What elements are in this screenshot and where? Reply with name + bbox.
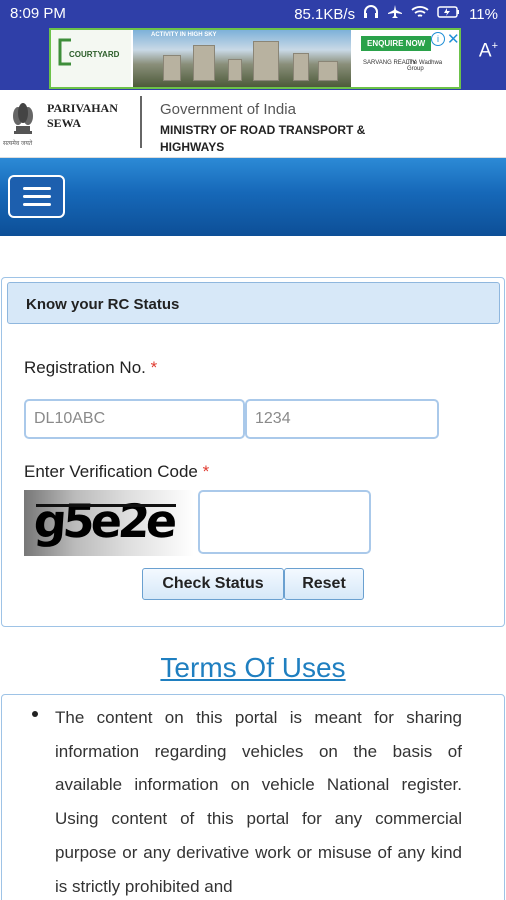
ad-brand: COURTYARD: [69, 50, 120, 59]
hamburger-menu-button[interactable]: [8, 175, 65, 218]
verification-label: Enter Verification Code *: [24, 462, 209, 482]
required-marker: *: [202, 462, 210, 481]
captcha-image: g5e2e: [24, 490, 194, 556]
logo-line-1: PARIVAHAN: [47, 101, 118, 115]
ad-partner-2: The Wadhwa Group: [407, 60, 443, 72]
menu-line-icon: [23, 195, 51, 198]
parivahan-logo-text[interactable]: PARIVAHAN SEWA: [47, 101, 118, 131]
emblem-caption: सत्यमेव जयते: [3, 141, 33, 147]
headphones-icon: [363, 5, 379, 23]
national-emblem-icon: [7, 100, 39, 138]
rc-status-heading: Know your RC Status: [26, 296, 180, 313]
required-marker: *: [150, 358, 158, 377]
font-size-label: A: [478, 40, 492, 62]
ministry-title: MINISTRY OF ROAD TRANSPORT & HIGHWAYS: [160, 123, 366, 154]
ad-tagline: ACTIVITY IN HIGH SKY: [151, 32, 217, 38]
ad-logo-panel: COURTYARD: [51, 30, 131, 87]
airplane-icon: [387, 5, 403, 23]
advertisement-banner[interactable]: COURTYARD ACTIVITY IN HIGH SKY ENQUIRE N…: [49, 28, 461, 89]
logo-line-2: SEWA: [47, 116, 82, 130]
site-header: सत्यमेव जयते PARIVAHAN SEWA Government o…: [0, 90, 506, 158]
registration-label: Registration No. *: [24, 358, 157, 378]
government-title: Government of India: [160, 101, 296, 118]
menu-line-icon: [23, 187, 51, 190]
header-divider: [140, 96, 142, 148]
registration-part2-input[interactable]: [245, 399, 439, 439]
terms-text: The content on this portal is meant for …: [55, 708, 462, 896]
battery-icon: [437, 5, 461, 23]
status-bar: 8:09 PM 85.1KB/s 11%: [0, 0, 506, 28]
terms-title[interactable]: Terms Of Uses: [0, 652, 506, 684]
top-bar: 8:09 PM 85.1KB/s 11% COURTYARD ACTIVITY …: [0, 0, 506, 90]
network-speed: 85.1KB/s: [294, 5, 356, 23]
captcha-strike: [36, 504, 176, 507]
terms-panel: The content on this portal is meant for …: [1, 694, 505, 900]
menu-line-icon: [23, 203, 51, 206]
ad-city-image: [133, 30, 351, 87]
verification-code-input[interactable]: [198, 490, 371, 554]
status-time: 8:09 PM: [10, 5, 66, 22]
rc-status-panel: Know your RC Status Registration No. * E…: [1, 277, 505, 627]
ad-info-icon[interactable]: i: [431, 32, 445, 46]
registration-label-text: Registration No.: [24, 358, 146, 377]
registration-part1-input[interactable]: [24, 399, 245, 439]
font-size-toggle[interactable]: A+: [479, 40, 498, 62]
reset-button[interactable]: Reset: [284, 568, 364, 600]
ad-enquire-button[interactable]: ENQUIRE NOW: [361, 36, 432, 51]
bullet-icon: [32, 711, 38, 717]
wifi-icon: [411, 5, 429, 23]
rc-status-header: Know your RC Status: [7, 282, 500, 324]
battery-percent: 11%: [469, 5, 498, 23]
verification-label-text: Enter Verification Code: [24, 462, 198, 481]
ad-close-icon[interactable]: ✕: [447, 30, 459, 48]
status-icons: 85.1KB/s 11%: [294, 5, 498, 23]
check-status-button[interactable]: Check Status: [142, 568, 284, 600]
font-size-plus: +: [491, 40, 498, 52]
navigation-bar: [0, 158, 506, 236]
captcha-text: g5e2e: [32, 494, 176, 548]
